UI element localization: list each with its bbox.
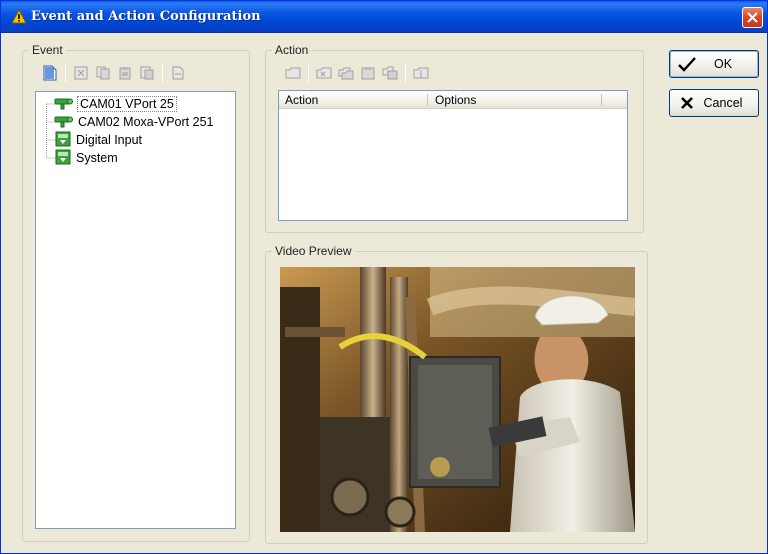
x-icon xyxy=(676,92,698,114)
event-legend: Event xyxy=(32,43,63,57)
camera-icon xyxy=(54,96,74,113)
tree-item-system[interactable]: System xyxy=(54,149,118,167)
column-divider[interactable] xyxy=(427,94,428,106)
export-icon[interactable] xyxy=(167,63,189,83)
column-divider[interactable] xyxy=(601,94,602,106)
video-frame xyxy=(280,267,635,532)
tree-item-label: CAM02 Moxa-VPort 251 xyxy=(78,115,214,129)
warning-icon xyxy=(11,8,27,25)
delete-action-icon[interactable] xyxy=(313,63,335,83)
ok-button-label: OK xyxy=(713,57,733,71)
properties-action-icon[interactable] xyxy=(379,63,401,83)
window-title: Event and Action Configuration xyxy=(31,9,261,24)
copy-icon[interactable] xyxy=(92,63,114,83)
event-action-dialog: Event and Action Configuration Event CAM… xyxy=(0,0,768,554)
cancel-button-label: Cancel xyxy=(703,96,743,110)
system-icon xyxy=(54,149,72,168)
tree-item-label: CAM01 VPort 25 xyxy=(77,96,177,112)
toolbar-separator xyxy=(405,64,406,82)
copy-action-icon[interactable] xyxy=(335,63,357,83)
tree-item-digital-input[interactable]: Digital Input xyxy=(54,131,142,149)
action-legend: Action xyxy=(275,43,309,57)
event-toolbar xyxy=(39,63,189,83)
paste-icon[interactable] xyxy=(114,63,136,83)
video-preview-legend: Video Preview xyxy=(275,244,352,258)
cancel-button[interactable]: Cancel xyxy=(669,89,759,117)
new-action-icon[interactable] xyxy=(282,63,304,83)
paste-action-icon[interactable] xyxy=(357,63,379,83)
tree-item-cam02[interactable]: CAM02 Moxa-VPort 251 xyxy=(54,113,213,131)
ok-button[interactable]: OK xyxy=(669,50,759,78)
new-event-icon[interactable] xyxy=(39,63,61,83)
tree-item-cam01[interactable]: CAM01 VPort 25 xyxy=(54,95,177,113)
tree-item-label: System xyxy=(76,151,118,165)
properties-icon[interactable] xyxy=(136,63,158,83)
test-action-icon[interactable] xyxy=(410,63,432,83)
column-header-options[interactable]: Options xyxy=(429,92,601,108)
toolbar-separator xyxy=(65,64,66,82)
close-button[interactable] xyxy=(742,7,763,28)
column-header-action[interactable]: Action xyxy=(279,92,427,108)
title-bar[interactable]: Event and Action Configuration xyxy=(1,1,767,33)
video-preview-image xyxy=(280,267,635,532)
toolbar-separator xyxy=(308,64,309,82)
checkmark-icon xyxy=(676,53,698,75)
delete-icon[interactable] xyxy=(70,63,92,83)
digital-input-icon xyxy=(54,131,72,150)
action-list[interactable]: Action Options xyxy=(278,90,628,221)
toolbar-separator xyxy=(162,64,163,82)
action-list-header: Action Options xyxy=(279,91,627,109)
event-tree[interactable]: CAM01 VPort 25 CAM02 Moxa-VPort 251 Digi… xyxy=(35,91,236,529)
action-toolbar xyxy=(282,63,432,83)
camera-icon xyxy=(54,114,74,131)
tree-item-label: Digital Input xyxy=(76,133,143,147)
